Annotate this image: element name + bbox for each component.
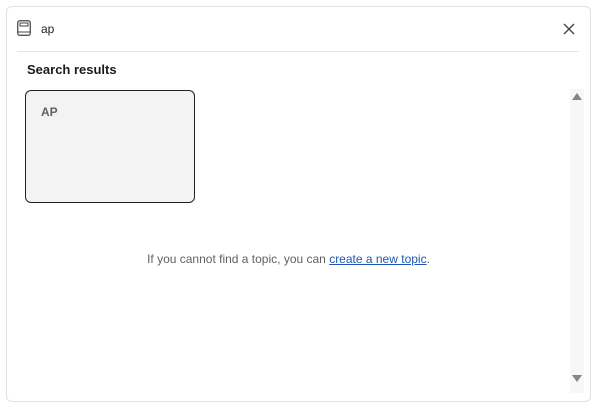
search-results-heading: Search results <box>27 62 117 77</box>
create-topic-hint: If you cannot find a topic, you can crea… <box>7 252 570 266</box>
scroll-up-arrow-icon[interactable] <box>572 93 582 100</box>
search-bar <box>7 7 590 52</box>
hint-text: If you cannot find a topic, you can <box>147 252 330 266</box>
notebook-icon <box>17 20 31 36</box>
topic-search-panel: Search results AP If you cannot find a t… <box>6 6 591 402</box>
hint-period: . <box>426 252 430 266</box>
create-new-topic-link[interactable]: create a new topic <box>329 252 426 266</box>
result-card-title: AP <box>41 105 58 119</box>
search-input[interactable] <box>39 19 523 39</box>
search-divider <box>17 51 579 52</box>
close-icon[interactable] <box>562 22 576 36</box>
scroll-down-arrow-icon[interactable] <box>572 375 582 382</box>
result-card-ap[interactable]: AP <box>25 90 195 203</box>
results-scrollbar[interactable] <box>570 89 584 393</box>
